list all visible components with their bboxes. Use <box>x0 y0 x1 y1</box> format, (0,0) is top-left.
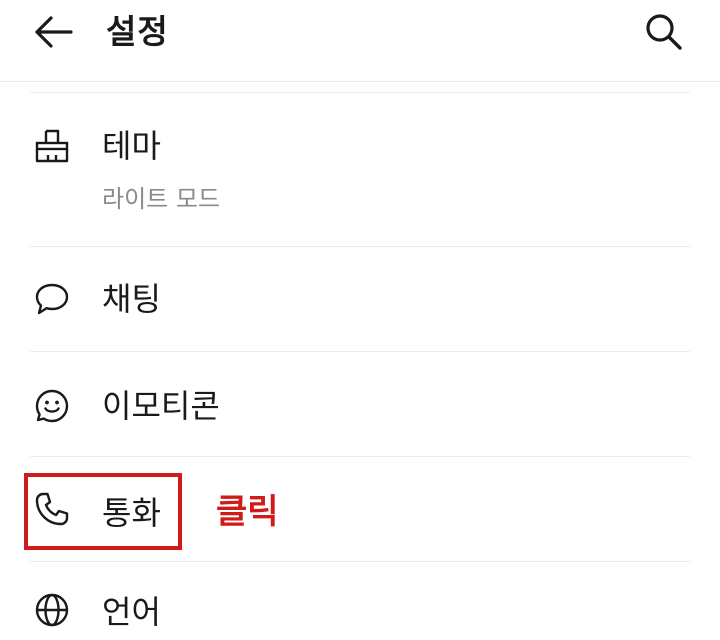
settings-item-language[interactable]: 언어 <box>0 562 720 640</box>
smiley-icon <box>34 388 70 424</box>
paint-brush-icon <box>34 128 70 164</box>
page-title: 설정 <box>106 12 169 51</box>
settings-item-sublabel: 라이트 모드 <box>102 185 221 213</box>
globe-icon <box>34 592 70 628</box>
divider <box>30 92 690 93</box>
chat-bubble-icon <box>34 281 70 317</box>
settings-item-emoticon[interactable]: 이모티콘 <box>0 352 720 456</box>
settings-item-label: 테마 <box>102 127 161 165</box>
settings-item-label: 이모티콘 <box>102 387 220 425</box>
settings-item-label: 채팅 <box>102 280 161 318</box>
click-annotation: 클릭 <box>216 492 279 532</box>
settings-item-chat[interactable]: 채팅 <box>0 247 720 351</box>
back-button[interactable] <box>30 10 76 54</box>
highlight-box <box>24 473 182 550</box>
settings-item-label: 언어 <box>102 593 161 631</box>
search-icon <box>646 14 682 50</box>
settings-item-theme[interactable]: 테마 라이트 모드 <box>0 110 720 246</box>
top-app-bar: 설정 <box>0 0 720 82</box>
arrow-left-icon <box>35 16 73 48</box>
search-button[interactable] <box>640 8 686 54</box>
